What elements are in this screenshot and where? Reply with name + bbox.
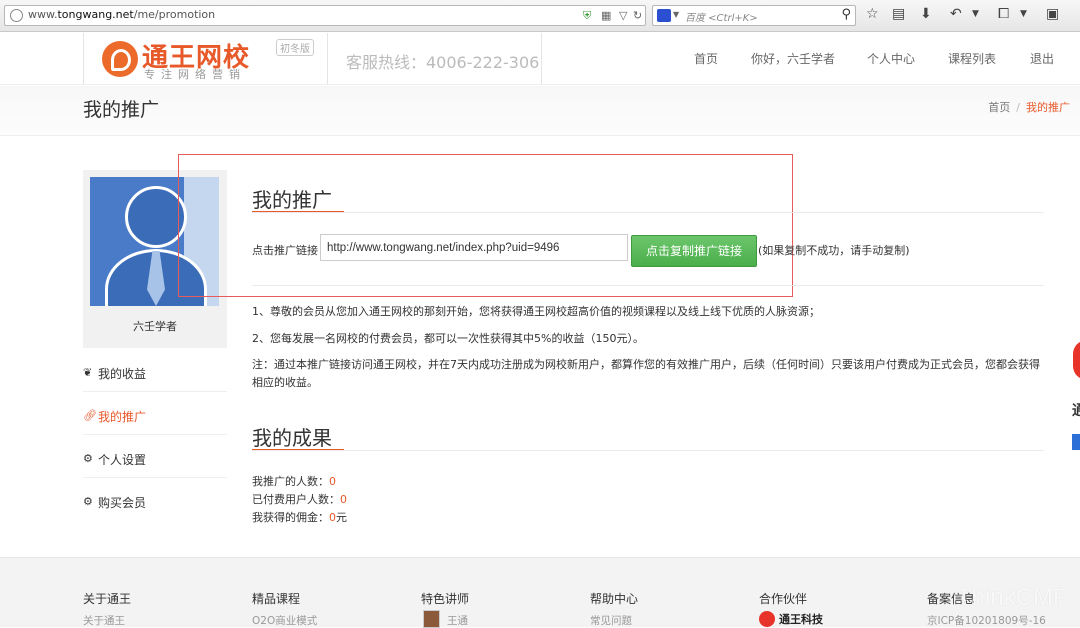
- copy-hint: (如果复制不成功，请手动复制): [758, 244, 910, 257]
- nav-course-list[interactable]: 课程列表: [948, 50, 996, 67]
- profile-username: 六壬学者: [133, 320, 177, 333]
- results-title: 我的成果: [252, 426, 332, 450]
- page-title: 我的推广: [83, 99, 160, 121]
- bookmarks-list-icon[interactable]: ▤: [892, 6, 905, 22]
- sidebar-item-buy-membership[interactable]: ⚙ 购买会员: [83, 487, 227, 521]
- address-text: www.tongwang.net/me/promotion: [28, 8, 216, 21]
- address-bar[interactable]: www.tongwang.net/me/promotion ⛨ ▦ ▽ ↻: [4, 5, 646, 26]
- footer-icp-number: 京ICP备10201809号-16: [927, 615, 1046, 627]
- stat-paid-users: 已付费用户人数：0: [252, 493, 347, 506]
- partner-logo-icon[interactable]: [759, 611, 775, 627]
- promo-link-label: 点击推广链接: [252, 244, 318, 257]
- highlight-box: [178, 154, 793, 297]
- footer-heading-about: 关于通王: [83, 592, 132, 606]
- sidebar-item-label: 我的收益: [98, 367, 147, 381]
- leaf-icon: ❦: [83, 366, 93, 379]
- sidebar-item-label: 个人设置: [98, 453, 147, 467]
- chevron-down-icon[interactable]: ▼: [1020, 9, 1027, 19]
- nav-greeting[interactable]: 你好，六壬学者: [751, 50, 835, 67]
- crop-icon[interactable]: ⧠: [998, 6, 1009, 22]
- stat-promoted-count: 我推广的人数：0: [252, 475, 336, 488]
- breadcrumb: 首页 / 我的推广: [988, 99, 1070, 115]
- logo-mark-icon: [102, 41, 138, 77]
- footer-heading-help: 帮助中心: [590, 592, 639, 606]
- divider: [252, 285, 1044, 286]
- gear-icon: ⚙: [83, 452, 93, 465]
- footer-heading-teachers: 特色讲师: [421, 592, 470, 606]
- partner-logo-text[interactable]: 通王科技: [779, 611, 823, 627]
- nav-user-center[interactable]: 个人中心: [867, 50, 915, 67]
- footer-link-teacher[interactable]: 王通: [447, 613, 468, 628]
- copy-link-button[interactable]: 点击复制推广链接: [631, 235, 757, 267]
- gear-icon: ⚙: [83, 495, 93, 508]
- floating-service-icon[interactable]: [1073, 340, 1080, 380]
- promo-link-input[interactable]: [320, 234, 628, 261]
- link-icon: 🔗︎: [83, 409, 97, 422]
- breadcrumb-separator: /: [1016, 101, 1020, 114]
- stat-commission: 我获得的佣金：0元: [252, 511, 347, 524]
- search-icon[interactable]: ⚲: [841, 7, 851, 22]
- sidebar-item-label: 我的推广: [98, 410, 147, 424]
- floating-chat-icon[interactable]: [1072, 434, 1080, 450]
- reload-icon[interactable]: ↻: [633, 9, 642, 22]
- breadcrumb-home[interactable]: 首页: [988, 101, 1010, 114]
- sidebar-item-promotion[interactable]: 🔗︎ 我的推广: [83, 401, 227, 435]
- back-history-icon[interactable]: ↶: [950, 6, 962, 22]
- nav-logout[interactable]: 退出: [1030, 50, 1054, 67]
- logo-slogan: 专注网络营销: [144, 68, 246, 81]
- search-bar[interactable]: ▼ 百度 <Ctrl+K> ⚲: [652, 5, 856, 26]
- dropdown-icon[interactable]: ▽: [619, 9, 627, 22]
- footer-link-course[interactable]: O2O商业模式: [252, 613, 317, 628]
- footer-heading-courses: 精品课程: [252, 592, 301, 606]
- chevron-down-icon[interactable]: ▼: [673, 10, 679, 19]
- floating-label[interactable]: 通: [1072, 400, 1080, 420]
- sidebar-item-earnings[interactable]: ❦ 我的收益: [83, 358, 227, 392]
- promo-desc-2: 2、您每发展一名网校的付费会员，都可以一次性获得其中5%的收益（150元）。: [252, 332, 644, 345]
- globe-icon: [10, 9, 23, 22]
- divider: [252, 450, 1044, 451]
- shield-icon[interactable]: ⛨: [583, 9, 591, 23]
- footer-link-about[interactable]: 关于通王: [83, 613, 125, 628]
- sidebar-item-settings[interactable]: ⚙ 个人设置: [83, 444, 227, 478]
- footer: 关于通王 关于通王 精品课程 O2O商业模式 特色讲师 王通 帮助中心 常见问题…: [0, 557, 1080, 628]
- sidebar-item-label: 购买会员: [98, 496, 147, 510]
- qr-code-icon[interactable]: ▦: [601, 9, 611, 22]
- teacher-photo[interactable]: [423, 610, 440, 628]
- promo-note: 注：通过本推广链接访问通王网校，并在7天内成功注册成为网校新用户，都算作您的有效…: [252, 358, 1040, 389]
- screenshot-icon[interactable]: ▣: [1046, 6, 1059, 22]
- download-icon[interactable]: ⬇: [920, 6, 932, 22]
- bookmark-star-icon[interactable]: ☆: [866, 6, 879, 22]
- footer-heading-partners: 合作伙伴: [759, 592, 808, 606]
- browser-toolbar: www.tongwang.net/me/promotion ⛨ ▦ ▽ ↻ ▼ …: [0, 0, 1080, 32]
- site-header: 通王网校 初冬版 专注网络营销 客服热线：4006-222-306 首页 你好，…: [0, 33, 1080, 85]
- breadcrumb-current: 我的推广: [1026, 101, 1070, 114]
- divider: [252, 212, 1044, 213]
- baidu-engine-icon[interactable]: [657, 9, 671, 22]
- hotline-panel: 客服热线：4006-222-306: [328, 33, 542, 85]
- logo-badge: 初冬版: [276, 39, 314, 56]
- footer-link-faq[interactable]: 常见问题: [590, 613, 632, 628]
- promotion-title: 我的推广: [252, 188, 332, 212]
- chevron-down-icon[interactable]: ▼: [972, 9, 979, 19]
- title-band: 我的推广 首页 / 我的推广: [0, 86, 1080, 136]
- nav-home[interactable]: 首页: [694, 50, 718, 67]
- logo[interactable]: 通王网校 初冬版 专注网络营销: [83, 33, 328, 85]
- promo-desc-1: 1、尊敬的会员从您加入通王网校的那刻开始，您将获得通王网校超高价值的视频课程以及…: [252, 305, 820, 318]
- watermark: ThinkCMF: [957, 584, 1068, 611]
- search-placeholder: 百度 <Ctrl+K>: [685, 13, 758, 24]
- hotline: 客服热线：4006-222-306: [346, 53, 540, 72]
